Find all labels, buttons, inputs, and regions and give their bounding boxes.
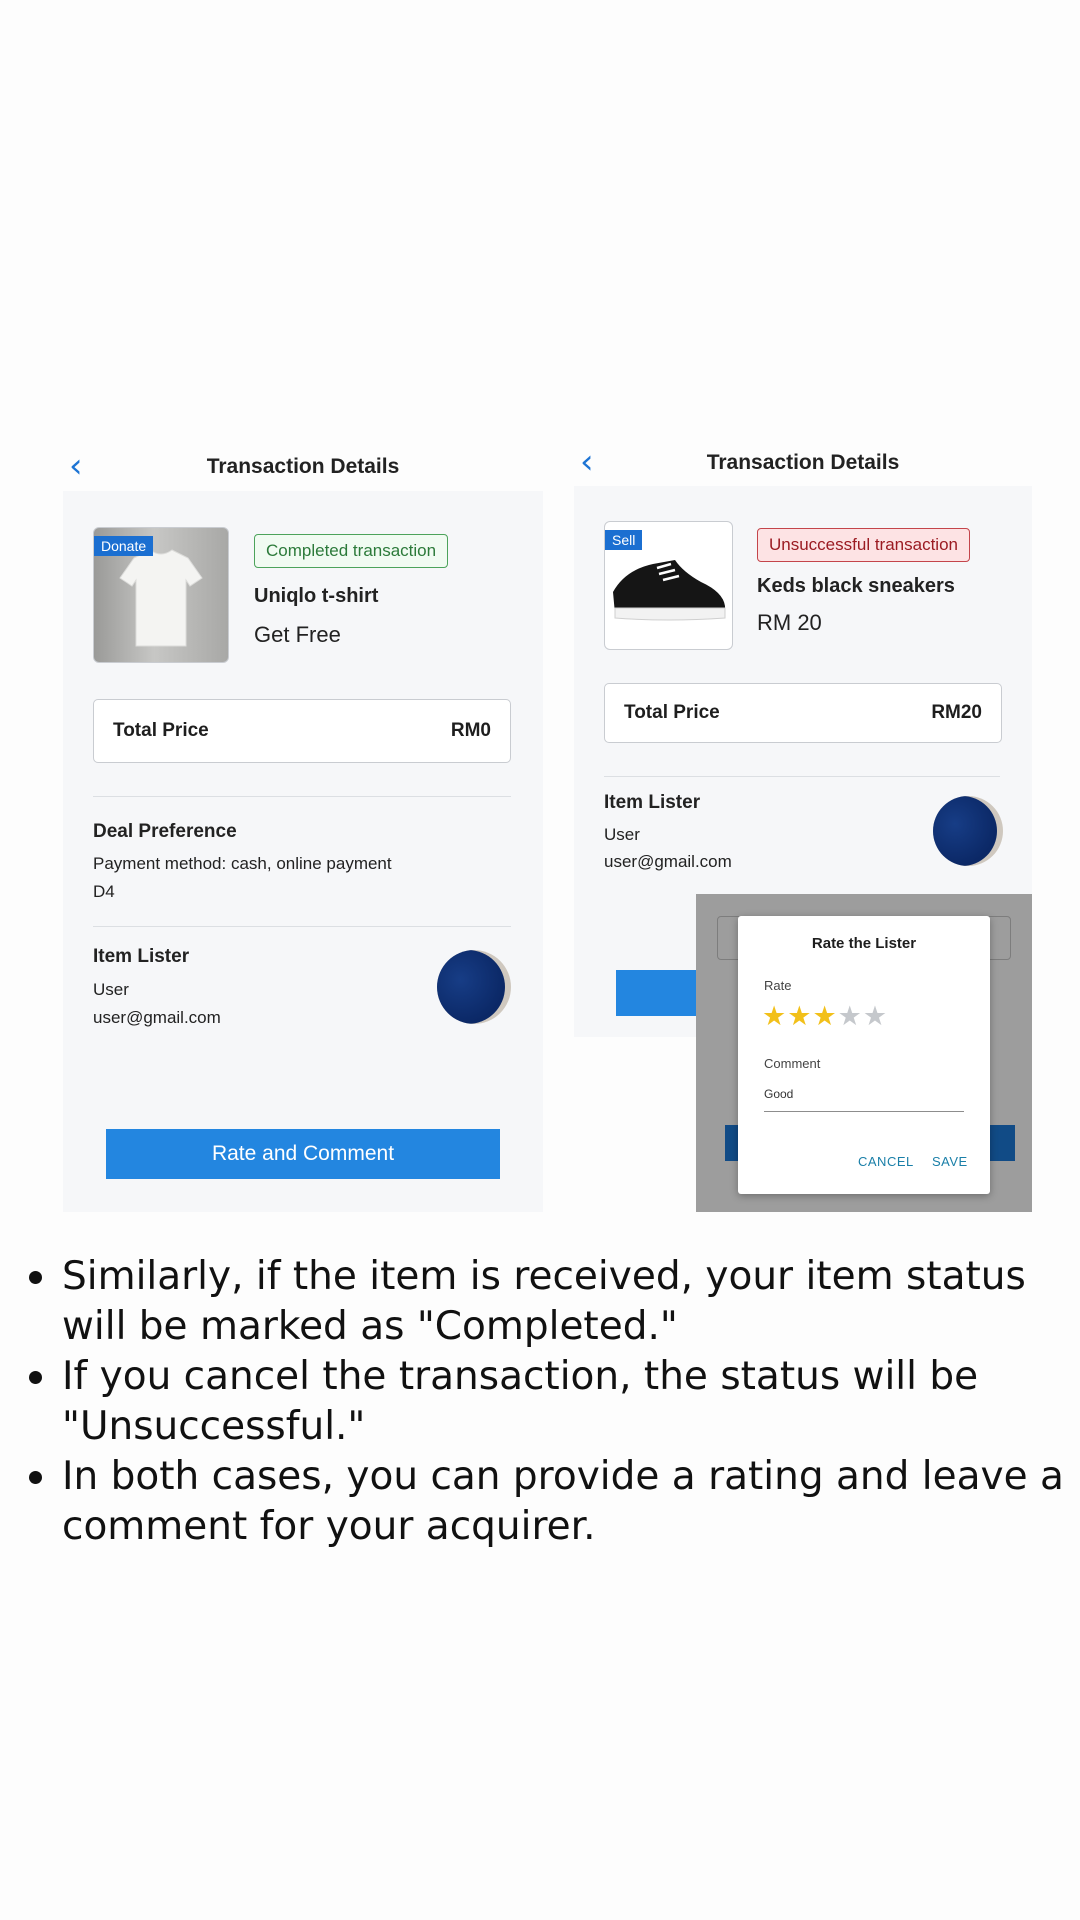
lister-email: user@gmail.com — [93, 1008, 221, 1027]
divider — [93, 926, 511, 927]
star-icon[interactable]: ★ — [863, 1001, 888, 1032]
nav-bar: ‹ Transaction Details — [574, 433, 1032, 493]
page-title: Transaction Details — [706, 451, 900, 474]
lister-name: User — [93, 980, 129, 999]
item-image[interactable]: Donate — [93, 527, 229, 663]
divider — [604, 776, 1000, 777]
list-item: If you cancel the transaction, the statu… — [24, 1352, 1064, 1452]
cancel-button[interactable]: CANCEL — [858, 1154, 914, 1169]
comment-input[interactable]: Good — [764, 1087, 964, 1112]
listing-type-badge: Donate — [94, 536, 154, 556]
details-panel: Donate Completed transaction Uniqlo t-sh… — [63, 491, 543, 1212]
comment-label: Comment — [764, 1056, 821, 1071]
star-icon[interactable]: ★ — [787, 1001, 812, 1032]
instruction-list: Similarly, if the item is received, your… — [24, 1252, 1064, 1552]
right-screenshot: ‹ Transaction Details Sell Unsuccessful … — [574, 437, 1032, 1212]
left-screenshot: ‹ Transaction Details Donate Completed t… — [63, 437, 543, 1212]
total-price-value: RM20 — [931, 702, 982, 723]
modal-overlay[interactable]: Rate the Lister Rate ★★★★★ Comment Good … — [696, 894, 1032, 1212]
page-title: Transaction Details — [206, 455, 400, 478]
list-item: Similarly, if the item is received, your… — [24, 1252, 1064, 1352]
background-button — [616, 970, 706, 1016]
item-price: Get Free — [254, 622, 341, 647]
total-price-value: RM0 — [450, 720, 491, 741]
total-price-box: Total Price RM0 — [93, 699, 511, 763]
item-image[interactable]: Sell — [604, 521, 733, 650]
status-badge: Unsuccessful transaction — [757, 528, 970, 562]
star-icon[interactable]: ★ — [838, 1001, 863, 1032]
item-name: Keds black sneakers — [757, 575, 955, 597]
item-lister-heading: Item Lister — [93, 946, 190, 967]
rate-label: Rate — [764, 978, 792, 993]
divider — [93, 796, 511, 797]
avatar[interactable] — [437, 950, 511, 1024]
rate-dialog: Rate the Lister Rate ★★★★★ Comment Good … — [738, 916, 990, 1194]
rate-and-comment-button[interactable]: Rate and Comment — [106, 1129, 500, 1179]
listing-type-badge: Sell — [605, 530, 643, 550]
item-name: Uniqlo t-shirt — [254, 585, 379, 607]
save-button[interactable]: SAVE — [932, 1154, 968, 1169]
payment-method: Payment method: cash, online payment — [93, 854, 392, 873]
item-lister-heading: Item Lister — [604, 792, 701, 813]
lister-email: user@gmail.com — [604, 852, 732, 871]
total-price-label: Total Price — [113, 720, 209, 741]
list-item: In both cases, you can provide a rating … — [24, 1452, 1064, 1552]
deal-preference-heading: Deal Preference — [93, 821, 237, 842]
dialog-title: Rate the Lister — [811, 935, 917, 952]
star-rating[interactable]: ★★★★★ — [762, 1001, 888, 1032]
avatar[interactable] — [933, 796, 1003, 866]
total-price-box: Total Price RM20 — [604, 683, 1002, 743]
nav-bar: ‹ Transaction Details — [63, 437, 543, 497]
deal-location: D4 — [93, 882, 115, 901]
star-icon[interactable]: ★ — [762, 1001, 787, 1032]
total-price-label: Total Price — [624, 702, 720, 723]
item-price: RM 20 — [757, 610, 822, 635]
lister-name: User — [604, 825, 640, 844]
star-icon[interactable]: ★ — [812, 1001, 837, 1032]
status-badge: Completed transaction — [254, 534, 449, 568]
